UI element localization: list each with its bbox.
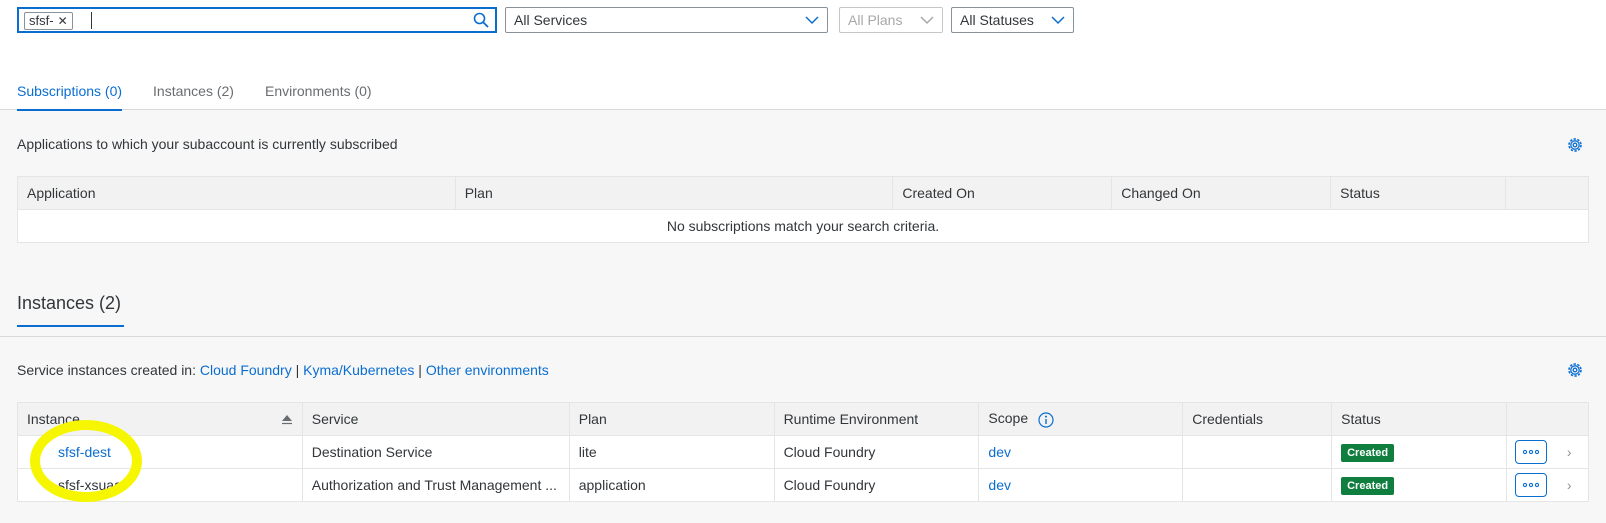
tab-environments[interactable]: Environments (0) bbox=[265, 78, 372, 111]
search-icon[interactable] bbox=[470, 10, 492, 30]
gear-icon[interactable] bbox=[1566, 361, 1584, 379]
chevron-down-icon bbox=[1051, 16, 1065, 25]
search-token[interactable]: sfsf- ✕ bbox=[24, 12, 73, 30]
search-token-label: sfsf- bbox=[29, 13, 54, 28]
scope-cell: dev bbox=[978, 468, 1184, 502]
instance-link[interactable]: sfsf-dest bbox=[58, 444, 111, 460]
table-header-row: Application Plan Created On Changed On S… bbox=[17, 176, 1589, 210]
status-cell: Created bbox=[1331, 468, 1507, 502]
chevron-right-icon[interactable]: › bbox=[1567, 477, 1572, 493]
credentials-cell bbox=[1182, 435, 1333, 469]
actions-cell: › bbox=[1505, 468, 1590, 502]
instances-description: Service instances created in: Cloud Foun… bbox=[17, 362, 549, 378]
actions-cell: › bbox=[1505, 435, 1590, 469]
plans-select-value: All Plans bbox=[848, 12, 903, 28]
column-header-label: Scope bbox=[988, 410, 1029, 427]
column-header[interactable]: Plan bbox=[568, 402, 775, 436]
column-header[interactable]: Created On bbox=[892, 176, 1113, 210]
instance-cell: sfsf-xsuaa bbox=[17, 468, 303, 502]
table-header-row: Instance Service Plan Runtime Environmen… bbox=[17, 402, 1590, 436]
plan-cell: lite bbox=[568, 435, 775, 469]
column-header[interactable]: Scope bbox=[978, 402, 1184, 436]
info-icon[interactable] bbox=[1038, 412, 1054, 428]
link-other-environments[interactable]: Other environments bbox=[426, 362, 549, 378]
column-header-actions bbox=[1505, 402, 1590, 436]
services-select-value: All Services bbox=[514, 12, 588, 28]
search-input[interactable]: sfsf- ✕ bbox=[17, 7, 497, 33]
scope-link[interactable]: dev bbox=[988, 477, 1011, 493]
text-caret bbox=[91, 12, 92, 29]
table-row[interactable]: sfsf-dest Destination Service lite Cloud… bbox=[17, 435, 1590, 469]
column-header[interactable]: Runtime Environment bbox=[773, 402, 980, 436]
separator: | bbox=[414, 362, 426, 378]
statuses-select-value: All Statuses bbox=[960, 12, 1034, 28]
status-badge: Created bbox=[1341, 476, 1395, 495]
service-cell: Authorization and Trust Management ... bbox=[301, 468, 570, 502]
token-close-icon[interactable]: ✕ bbox=[58, 13, 68, 29]
table-row[interactable]: sfsf-xsuaa Authorization and Trust Manag… bbox=[17, 468, 1590, 502]
chevron-down-icon bbox=[805, 16, 819, 25]
status-cell: Created bbox=[1331, 435, 1507, 469]
chevron-right-icon[interactable]: › bbox=[1567, 444, 1572, 460]
credentials-cell bbox=[1182, 468, 1333, 502]
plan-cell: application bbox=[568, 468, 775, 502]
plans-select[interactable]: All Plans bbox=[839, 7, 943, 33]
column-header[interactable]: Status bbox=[1331, 402, 1507, 436]
empty-message: No subscriptions match your search crite… bbox=[17, 209, 1589, 243]
runtime-cell: Cloud Foundry bbox=[773, 468, 980, 502]
column-header-actions bbox=[1505, 176, 1589, 210]
column-header[interactable]: Plan bbox=[454, 176, 894, 210]
runtime-cell: Cloud Foundry bbox=[773, 435, 980, 469]
service-cell: Destination Service bbox=[301, 435, 570, 469]
tab-instances[interactable]: Instances (2) bbox=[153, 78, 234, 111]
top-bar: sfsf- ✕ All Services All Plans All Statu… bbox=[0, 0, 1606, 111]
instances-description-prefix: Service instances created in: bbox=[17, 362, 200, 378]
instance-cell: sfsf-dest bbox=[17, 435, 303, 469]
column-header[interactable]: Status bbox=[1330, 176, 1507, 210]
link-kyma-kubernetes[interactable]: Kyma/Kubernetes bbox=[303, 362, 414, 378]
more-icon bbox=[1522, 482, 1540, 488]
scope-link[interactable]: dev bbox=[988, 444, 1011, 460]
column-header[interactable]: Changed On bbox=[1111, 176, 1332, 210]
more-actions-button[interactable] bbox=[1514, 440, 1547, 464]
tab-bar: Subscriptions (0) Instances (2) Environm… bbox=[17, 78, 403, 111]
instances-heading: Instances (2) bbox=[17, 293, 125, 327]
subscriptions-table: Application Plan Created On Changed On S… bbox=[17, 176, 1589, 243]
column-header[interactable]: Service bbox=[301, 402, 570, 436]
tab-subscriptions[interactable]: Subscriptions (0) bbox=[17, 78, 123, 111]
column-header[interactable]: Application bbox=[17, 176, 456, 210]
gear-icon[interactable] bbox=[1566, 136, 1584, 154]
subscriptions-description: Applications to which your subaccount is… bbox=[17, 136, 398, 152]
separator: | bbox=[291, 362, 304, 378]
sort-icon[interactable] bbox=[281, 413, 293, 425]
scope-cell: dev bbox=[978, 435, 1184, 469]
status-badge: Created bbox=[1341, 443, 1395, 462]
services-select[interactable]: All Services bbox=[505, 7, 828, 33]
table-row: No subscriptions match your search crite… bbox=[17, 209, 1589, 243]
column-header-label: Instance bbox=[27, 411, 80, 427]
link-cloud-foundry[interactable]: Cloud Foundry bbox=[200, 362, 292, 378]
column-header[interactable]: Credentials bbox=[1182, 402, 1333, 436]
chevron-down-icon bbox=[920, 16, 934, 25]
column-header[interactable]: Instance bbox=[17, 402, 303, 436]
statuses-select[interactable]: All Statuses bbox=[951, 7, 1074, 33]
instances-table: Instance Service Plan Runtime Environmen… bbox=[17, 402, 1590, 502]
section-divider bbox=[0, 336, 1606, 337]
more-actions-button[interactable] bbox=[1514, 473, 1547, 497]
more-icon bbox=[1522, 449, 1540, 455]
